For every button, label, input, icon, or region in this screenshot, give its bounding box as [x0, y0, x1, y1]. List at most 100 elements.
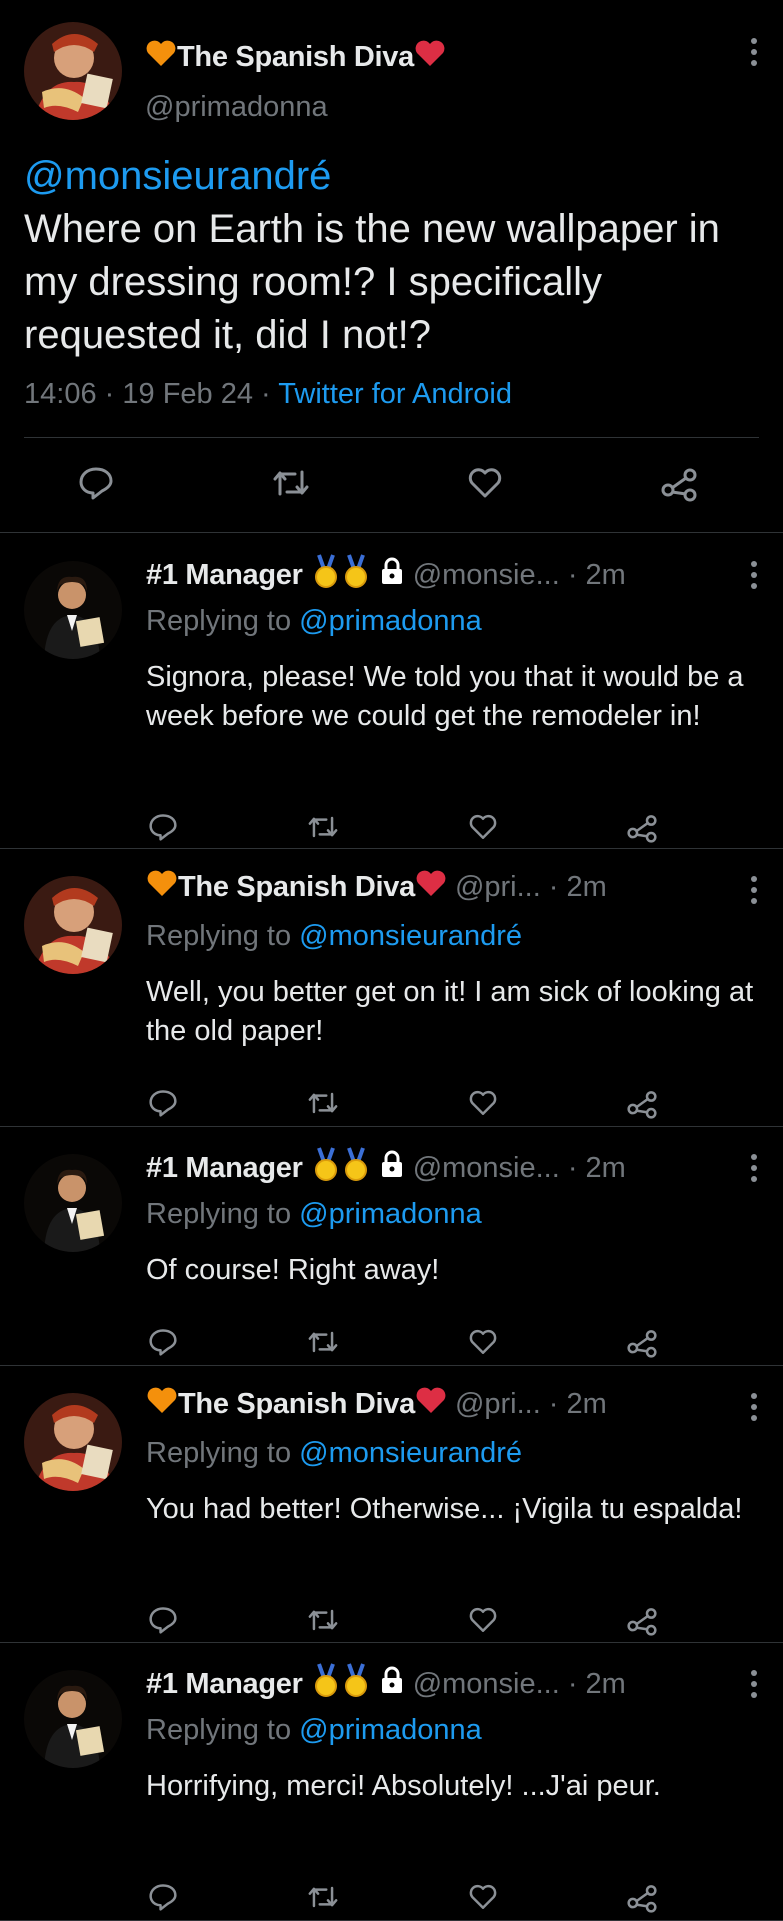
replying-label: Replying to [146, 1714, 292, 1746]
replying-to-link[interactable]: @monsieurandré [299, 920, 522, 952]
reply-header[interactable]: #1 Manager @monsie... · 2m [146, 553, 626, 597]
replying-to-link[interactable]: @primadonna [299, 605, 482, 637]
lock-icon [379, 1665, 405, 1703]
like-icon[interactable] [468, 1328, 498, 1358]
reply-text: You had better! Otherwise... ¡Vigila tu … [146, 1493, 743, 1525]
reply-text: Well, you better get on it! I am sick of… [146, 976, 754, 1047]
reply-header[interactable]: The Spanish Diva @pri... · 2m [146, 1385, 607, 1423]
orange-heart-icon [146, 868, 178, 906]
author-name[interactable]: The Spanish Diva [145, 38, 446, 76]
share-icon[interactable] [626, 1328, 658, 1358]
reply-icon[interactable] [148, 813, 178, 843]
author-handle: @monsie... [412, 558, 560, 591]
reply-text: Of course! Right away! [146, 1254, 440, 1286]
more-icon[interactable] [750, 561, 758, 589]
replying-to: Replying to @monsieurandré [146, 920, 522, 953]
author-handle: @pri... [454, 1387, 541, 1420]
reply-icon[interactable] [148, 1089, 178, 1119]
manager-avatar[interactable] [24, 1670, 122, 1768]
reply-text: Horrifying, merci! Absolutely! ...J'ai p… [146, 1770, 661, 1802]
orange-heart-icon [146, 1385, 178, 1423]
share-icon[interactable] [660, 466, 698, 502]
orange-heart-icon [145, 38, 177, 76]
lock-icon [379, 556, 405, 594]
author-display-name: #1 Manager [146, 1151, 303, 1184]
author-display-name: The Spanish Diva [178, 870, 415, 903]
reply-header[interactable]: #1 Manager @monsie... · 2m [146, 1662, 626, 1706]
retweet-icon[interactable] [306, 1883, 340, 1913]
reply-time: 2m [566, 870, 607, 903]
like-icon[interactable] [468, 1606, 498, 1636]
more-icon[interactable] [750, 876, 758, 904]
reply-tweet[interactable]: #1 Manager @monsie... · 2m Replying to @… [0, 1642, 783, 1921]
red-heart-icon [415, 868, 447, 906]
retweet-icon[interactable] [306, 1606, 340, 1636]
share-icon[interactable] [626, 1606, 658, 1636]
red-heart-icon [414, 38, 446, 76]
tweet-meta: 14:06 · 19 Feb 24 · Twitter for Android [24, 378, 512, 411]
more-icon[interactable] [750, 1154, 758, 1182]
main-tweet: The Spanish Diva @primadonna @monsieuran… [0, 0, 783, 533]
author-handle: @pri... [454, 870, 541, 903]
reply-text: Signora, please! We told you that it wou… [146, 661, 744, 732]
reply-time: 2m [585, 1667, 626, 1700]
diva-avatar[interactable] [24, 876, 122, 974]
meta-separator: · [261, 378, 271, 410]
reply-time: 2m [585, 1151, 626, 1184]
medal-icon [341, 1146, 371, 1190]
share-icon[interactable] [626, 1089, 658, 1119]
tweet-source-link[interactable]: Twitter for Android [278, 378, 512, 410]
replying-to: Replying to @primadonna [146, 1714, 482, 1747]
replying-to-link[interactable]: @primadonna [299, 1714, 482, 1746]
action-bar [148, 1089, 658, 1119]
reply-header[interactable]: The Spanish Diva @pri... · 2m [146, 868, 607, 906]
retweet-icon[interactable] [271, 466, 311, 502]
reply-tweet[interactable]: #1 Manager @monsie... · 2m Replying to @… [0, 533, 783, 849]
retweet-icon[interactable] [306, 1328, 340, 1358]
replying-to-link[interactable]: @primadonna [299, 1198, 482, 1230]
like-icon[interactable] [468, 1089, 498, 1119]
author-handle[interactable]: @primadonna [145, 91, 328, 124]
replying-label: Replying to [146, 605, 292, 637]
reply-icon[interactable] [148, 1606, 178, 1636]
meta-separator: · [567, 558, 578, 591]
replying-to-link[interactable]: @monsieurandré [299, 1437, 522, 1469]
medal-icon [341, 553, 371, 597]
reply-tweet[interactable]: The Spanish Diva @pri... · 2m Replying t… [0, 1365, 783, 1643]
more-icon[interactable] [750, 38, 758, 66]
like-icon[interactable] [467, 466, 503, 502]
action-bar [148, 813, 658, 843]
author-display-name: #1 Manager [146, 1667, 303, 1700]
action-bar [78, 466, 698, 502]
meta-separator: · [104, 378, 115, 410]
divider [24, 437, 759, 438]
replying-to: Replying to @monsieurandré [146, 1437, 522, 1470]
author-handle: @monsie... [412, 1667, 560, 1700]
reply-header[interactable]: #1 Manager @monsie... · 2m [146, 1146, 626, 1190]
replying-label: Replying to [146, 1198, 292, 1230]
like-icon[interactable] [468, 1883, 498, 1913]
diva-avatar[interactable] [24, 22, 122, 120]
reply-tweet[interactable]: The Spanish Diva @pri... · 2m Replying t… [0, 848, 783, 1127]
reply-tweet[interactable]: #1 Manager @monsie... · 2m Replying to @… [0, 1126, 783, 1366]
manager-avatar[interactable] [24, 561, 122, 659]
action-bar [148, 1328, 658, 1358]
manager-avatar[interactable] [24, 1154, 122, 1252]
reply-icon[interactable] [148, 1883, 178, 1913]
meta-separator: · [548, 1387, 559, 1420]
replying-label: Replying to [146, 920, 292, 952]
medal-icon [311, 553, 341, 597]
diva-avatar[interactable] [24, 1393, 122, 1491]
retweet-icon[interactable] [306, 1089, 340, 1119]
share-icon[interactable] [626, 813, 658, 843]
action-bar [148, 1606, 658, 1636]
reply-icon[interactable] [148, 1328, 178, 1358]
more-icon[interactable] [750, 1670, 758, 1698]
more-icon[interactable] [750, 1393, 758, 1421]
replying-to: Replying to @primadonna [146, 605, 482, 638]
like-icon[interactable] [468, 813, 498, 843]
retweet-icon[interactable] [306, 813, 340, 843]
share-icon[interactable] [626, 1883, 658, 1913]
mention-link[interactable]: @monsieurandré [24, 150, 764, 203]
reply-icon[interactable] [78, 466, 114, 502]
